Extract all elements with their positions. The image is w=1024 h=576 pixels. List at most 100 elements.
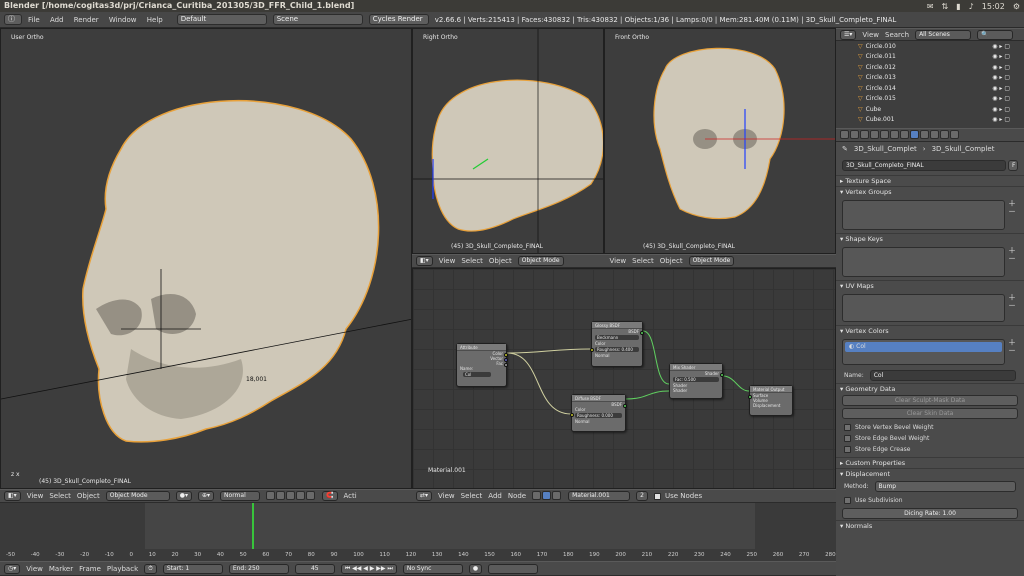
menu-file[interactable]: File	[28, 16, 40, 24]
outliner-item[interactable]: ▽ Circle.015 ◉ ▸ ▢	[836, 94, 1016, 105]
section-vertex-colors[interactable]: ▾ Vertex Colors	[836, 325, 1024, 336]
view3d-editor-type-button[interactable]: ◧▾	[416, 256, 433, 266]
view3d-menu-object[interactable]: Object	[489, 257, 512, 265]
viewport-user-ortho[interactable]: User Ortho 18,001 z x (45) 3D_Skull_Comp…	[0, 28, 412, 489]
outliner-display-mode[interactable]: All Scenes	[915, 29, 972, 40]
scene-select[interactable]: Scene	[272, 14, 363, 25]
viewport-shading-button[interactable]: ●▾	[175, 491, 192, 501]
section-custom-properties[interactable]: ▸ Custom Properties	[836, 457, 1024, 468]
section-shape-keys[interactable]: ▾ Shape Keys	[836, 233, 1024, 244]
info-editor-icon[interactable]: ⓘ	[4, 14, 22, 25]
skull-mesh-user-view[interactable]: 18,001 z x	[1, 29, 412, 489]
context-buttons[interactable]	[840, 129, 960, 141]
list-add-remove-buttons[interactable]: ＋－	[1008, 339, 1018, 365]
skull-mesh-front-view[interactable]	[605, 29, 836, 254]
record-icon[interactable]: ●	[468, 563, 483, 574]
visibility-icons[interactable]: ◉ ▸ ▢	[992, 64, 1016, 71]
diffuse-roughness-field[interactable]: Roughness: 0.000	[575, 413, 622, 418]
timeline-menu-frame[interactable]: Frame	[79, 565, 101, 573]
sync-select[interactable]: No Sync	[402, 563, 463, 574]
menu-view[interactable]: View	[27, 492, 44, 500]
menu-add[interactable]: Add	[50, 16, 64, 24]
viewport-right-ortho[interactable]: Right Ortho (45) 3D_Skull_Completo_FINAL	[412, 28, 604, 254]
viewport-front-ortho[interactable]: Front Ortho (45) 3D_Skull_Completo_FINAL	[604, 28, 836, 254]
preview-range-icon[interactable]: ⏱	[144, 563, 157, 574]
clock[interactable]: 15:02	[982, 2, 1005, 11]
use-nodes-checkbox[interactable]: Use Nodes	[653, 492, 702, 500]
node-attribute[interactable]: Attribute Color Vector Fac Name: Col	[456, 343, 508, 387]
timeline[interactable]: -50 -40 -30 -20 -10 0 10 20 30 40 50 60 70 80 90 100 110…	[0, 503, 836, 561]
node-editor[interactable]: Attribute Color Vector Fac Name: Col Glo…	[412, 268, 836, 489]
uv-maps-list[interactable]	[842, 294, 1005, 322]
object-mode-select[interactable]: Object Mode	[517, 256, 564, 266]
view3d-menu-select[interactable]: Select	[461, 257, 483, 265]
visibility-icons[interactable]: ◉ ▸ ▢	[992, 95, 1016, 102]
timeline-menu-playback[interactable]: Playback	[107, 565, 138, 573]
vertex-color-name-field[interactable]: Col	[869, 370, 1016, 381]
menu-select[interactable]: Select	[49, 492, 71, 500]
node-editor-type-button[interactable]: ⇄▾	[416, 491, 433, 501]
visibility-icons[interactable]: ◉ ▸ ▢	[992, 116, 1016, 123]
glossy-distribution-select[interactable]: Beckmann	[595, 335, 639, 340]
snap-button[interactable]: 🧲	[322, 491, 338, 501]
outliner-menu-search[interactable]: Search	[885, 31, 909, 39]
node-menu-view[interactable]: View	[438, 492, 455, 500]
view3d-menu-view[interactable]: View	[439, 257, 456, 265]
mesh-name-field[interactable]: 3D_Skull_Completo_FINAL	[842, 160, 1006, 171]
render-engine-select[interactable]: Cycles Render	[368, 14, 429, 25]
node-tree-type-buttons[interactable]	[532, 490, 562, 502]
object-mode-select-2[interactable]: Object Mode	[688, 256, 735, 266]
outliner[interactable]: ☰▾ View Search All Scenes 🔍 ▽ Circle.010 ◉…	[836, 28, 1024, 128]
view3d-menu-view-2[interactable]: View	[610, 257, 627, 265]
outliner-item[interactable]: ▽ Circle.010 ◉ ▸ ▢	[836, 41, 1016, 52]
vertex-color-item[interactable]: ◐ Col	[845, 342, 1002, 352]
keying-set-field[interactable]	[488, 563, 539, 574]
glossy-roughness-field[interactable]: Roughness: 0.400	[595, 347, 639, 352]
view3d-menu-object-2[interactable]: Object	[660, 257, 683, 265]
current-frame-cursor[interactable]	[252, 503, 254, 549]
node-material-output[interactable]: Material Output Surface Volume Displacem…	[748, 385, 793, 416]
outliner-item[interactable]: ▽ Circle.014 ◉ ▸ ▢	[836, 83, 1016, 94]
menu-object[interactable]: Object	[77, 492, 100, 500]
outliner-item[interactable]: ▽ Cube ◉ ▸ ▢	[836, 104, 1016, 115]
mix-fac-field[interactable]: Fac: 0.500	[673, 377, 719, 382]
screen-layout-select[interactable]: Default	[176, 14, 267, 25]
section-vertex-groups[interactable]: ▾ Vertex Groups	[836, 186, 1024, 197]
properties-editor[interactable]: ✎ 3D_Skull_Complet › 3D_Skull_Complet 3D…	[836, 128, 1024, 576]
node-diffuse-bsdf[interactable]: Diffuse BSDF BSDF Color Roughness: 0.000…	[570, 394, 627, 432]
material-users[interactable]: 2	[636, 491, 648, 501]
list-add-remove-buttons[interactable]: ＋－	[1008, 200, 1018, 230]
node-menu-add[interactable]: Add	[488, 492, 502, 500]
pin-icon[interactable]: ✎	[842, 145, 848, 153]
pivot-button[interactable]: ⊕▾	[197, 491, 215, 501]
timeline-menu-marker[interactable]: Marker	[49, 565, 73, 573]
outliner-item[interactable]: ▽ Cube.001 ◉ ▸ ▢	[836, 115, 1016, 126]
timeline-menu-view[interactable]: View	[26, 565, 43, 573]
section-texture-space[interactable]: ▸ Texture Space	[836, 175, 1024, 186]
shape-keys-list[interactable]	[842, 247, 1005, 277]
clear-sculpt-mask-button[interactable]: Clear Sculpt-Mask Data	[842, 395, 1018, 406]
vertex-groups-list[interactable]	[842, 200, 1005, 230]
node-mix-shader[interactable]: Mix Shader Shader Fac: 0.500 Shader Shad…	[669, 363, 724, 399]
editor-type-button[interactable]: ◧▾	[4, 491, 21, 501]
outliner-item[interactable]: ▽ Circle.012 ◉ ▸ ▢	[836, 62, 1016, 73]
current-frame-field[interactable]: 45	[294, 563, 335, 574]
displacement-method-select[interactable]: Bump	[874, 481, 1016, 492]
outliner-menu-view[interactable]: View	[862, 31, 879, 39]
skull-mesh-right-view[interactable]	[413, 29, 604, 254]
list-add-remove-buttons[interactable]: ＋－	[1008, 247, 1018, 277]
visibility-icons[interactable]: ◉ ▸ ▢	[992, 85, 1016, 92]
store-edge-bevel-checkbox[interactable]: Store Edge Bevel Weight	[844, 433, 1016, 444]
outliner-editor-type-button[interactable]: ☰▾	[840, 29, 857, 40]
view3d-menu-select-2[interactable]: Select	[632, 257, 654, 265]
end-frame-field[interactable]: End: 250	[228, 563, 289, 574]
mail-icon[interactable]: ✉	[927, 2, 934, 11]
menu-render[interactable]: Render	[74, 16, 99, 24]
section-normals[interactable]: ▾ Normals	[836, 520, 1024, 531]
visibility-icons[interactable]: ◉ ▸ ▢	[992, 53, 1016, 60]
node-glossy-bsdf[interactable]: Glossy BSDF BSDF Beckmann Color Roughnes…	[590, 321, 644, 367]
material-select[interactable]: Material.001	[568, 491, 631, 501]
outliner-item[interactable]: ▽ Circle.011 ◉ ▸ ▢	[836, 52, 1016, 63]
attribute-name-field[interactable]: Col	[463, 372, 491, 377]
node-menu-select[interactable]: Select	[461, 492, 483, 500]
